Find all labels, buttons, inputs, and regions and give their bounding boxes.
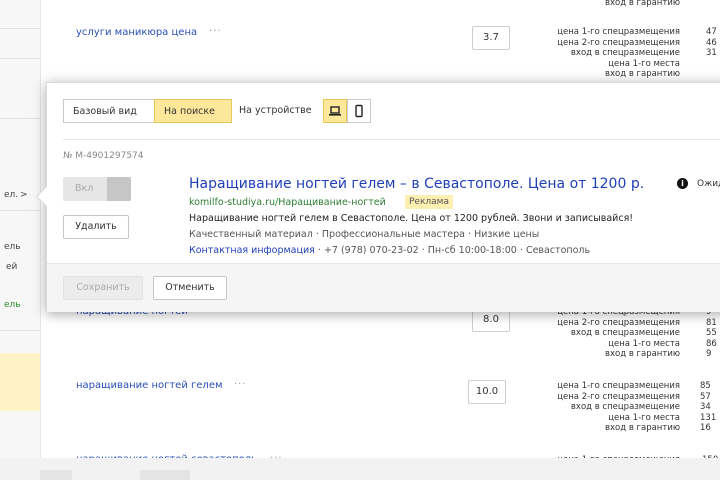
left-row-divider — [0, 28, 40, 29]
metric-label: цена 2-го спецразмещения — [557, 37, 680, 48]
metric-label: вход в гарантию — [605, 423, 680, 434]
sitelink[interactable]: Качественный материал — [189, 229, 313, 240]
toolbar-button[interactable] — [140, 470, 190, 480]
ad-phone: +7 (978) 070-23-02 — [323, 245, 419, 256]
phrase-link[interactable]: услуги маникюра цена — [76, 27, 197, 38]
tab-on-search[interactable]: На поиске — [154, 99, 232, 123]
left-snippet: ей — [6, 262, 18, 272]
contact-info-link[interactable]: Контактная информация — [189, 245, 315, 256]
divider — [63, 139, 720, 140]
metric-value: 85 — [700, 381, 711, 391]
ellipsis-icon[interactable]: ··· — [234, 379, 247, 390]
metric-value: 55 — [706, 328, 717, 339]
bid-input[interactable]: 3.7 — [472, 26, 510, 50]
left-snippet: ель — [4, 242, 21, 252]
metric-label: вход в спецразмещение — [570, 328, 680, 339]
metric-label: цена 2-го спецразмещения — [557, 391, 680, 402]
toggle-label: Вкл — [75, 183, 94, 194]
left-panel — [0, 0, 41, 480]
toolbar-button[interactable] — [40, 470, 72, 480]
ellipsis-icon[interactable]: ··· — [209, 26, 222, 37]
left-row-divider — [0, 118, 40, 119]
phrase-link[interactable]: наращивание ногтей гелем — [76, 380, 223, 391]
metric-labels: цена 1-го спецразмещения цена 2-го спецр… — [540, 381, 680, 434]
metric-value: 47 — [706, 27, 717, 37]
left-snippet: ел. — [4, 190, 19, 200]
metric-label: цена 1-го места — [608, 58, 680, 69]
metric-label: вход в спецразмещение — [570, 402, 680, 413]
metric-labels: цена 1-го спецразмещения цена 2-го спецр… — [540, 307, 680, 360]
metric-label: цена 1-го места — [608, 412, 680, 423]
metric-label: вход в гарантию — [605, 69, 680, 80]
metric-label: цена 1-го спецразмещения — [557, 27, 680, 37]
metric-values: 47 46 31 — [706, 27, 717, 59]
metric-value: 81 — [706, 317, 717, 328]
metric-value: 57 — [700, 391, 711, 402]
metric-value: 16 — [700, 423, 711, 434]
metric-labels: цена 1-го спецразмещения цена 2-го спецр… — [540, 27, 680, 80]
metric-label: вход в гарантию — [605, 349, 680, 360]
ad-text: Наращивание ногтей гелем в Севастополе. … — [189, 213, 634, 224]
ad-editor-popup: Базовый вид На поиске На устройстве № M-… — [35, 82, 720, 312]
ad-number: № M-4901297574 — [63, 151, 144, 161]
selected-row-highlight — [0, 353, 40, 411]
ad-hours: Пн-сб 10:00-18:00 — [427, 245, 517, 256]
metric-label: цена 2-го спецразмещения — [557, 317, 680, 328]
sitelink[interactable]: Низкие цены — [474, 229, 539, 240]
bid-input[interactable]: 10.0 — [468, 380, 506, 404]
ad-city: Севастополь — [525, 245, 591, 256]
metric-label: вход в спецразмещение — [570, 48, 680, 59]
ad-sitelinks: Качественный материал · Профессиональные… — [189, 229, 540, 240]
device-label: На устройстве — [239, 105, 312, 116]
metric-label: цена 1-го места — [608, 338, 680, 349]
chevron-right-icon[interactable]: > — [20, 190, 28, 200]
ad-title-link[interactable]: Наращивание ногтей гелем – в Севастополе… — [189, 176, 644, 192]
left-row-divider — [0, 58, 40, 59]
save-button[interactable]: Сохранить — [63, 276, 143, 300]
cancel-button[interactable]: Отменить — [153, 276, 227, 300]
laptop-icon[interactable] — [323, 99, 347, 123]
phone-icon[interactable] — [347, 99, 371, 123]
ad-badge: Реклама — [405, 195, 453, 209]
ad-toggle[interactable]: Вкл — [63, 177, 131, 201]
metric-value: 131 — [700, 412, 717, 423]
bottom-toolbar — [0, 458, 720, 480]
status-label: Ожид — [697, 179, 720, 189]
left-row-divider — [0, 330, 40, 331]
metric-label: вход в гарантию — [605, 0, 680, 8]
info-icon[interactable]: i — [677, 178, 688, 189]
popup-footer: Сохранить Отменить — [47, 263, 720, 312]
metric-value: 86 — [706, 338, 717, 349]
left-row-divider — [0, 210, 40, 211]
ad-contacts: Контактная информация · +7 (978) 070-23-… — [189, 245, 591, 256]
sitelink[interactable]: Профессиональные мастера — [322, 229, 465, 240]
metric-values: 9 81 55 86 9 — [706, 307, 717, 360]
metric-label: цена 1-го спецразмещения — [557, 381, 680, 391]
ad-url[interactable]: komilfo-studiya.ru/Наращивание-ногтей — [189, 197, 386, 208]
tab-basic-view[interactable]: Базовый вид — [63, 99, 155, 123]
metric-value: 9 — [706, 349, 712, 360]
metric-value: 34 — [700, 402, 711, 413]
metric-value: 46 — [706, 37, 717, 48]
metric-value: 31 — [706, 48, 717, 59]
left-snippet: ель — [4, 300, 21, 310]
delete-button[interactable]: Удалить — [63, 215, 129, 239]
toggle-knob[interactable] — [107, 177, 131, 201]
metric-values: 85 57 34 131 16 — [700, 381, 716, 434]
